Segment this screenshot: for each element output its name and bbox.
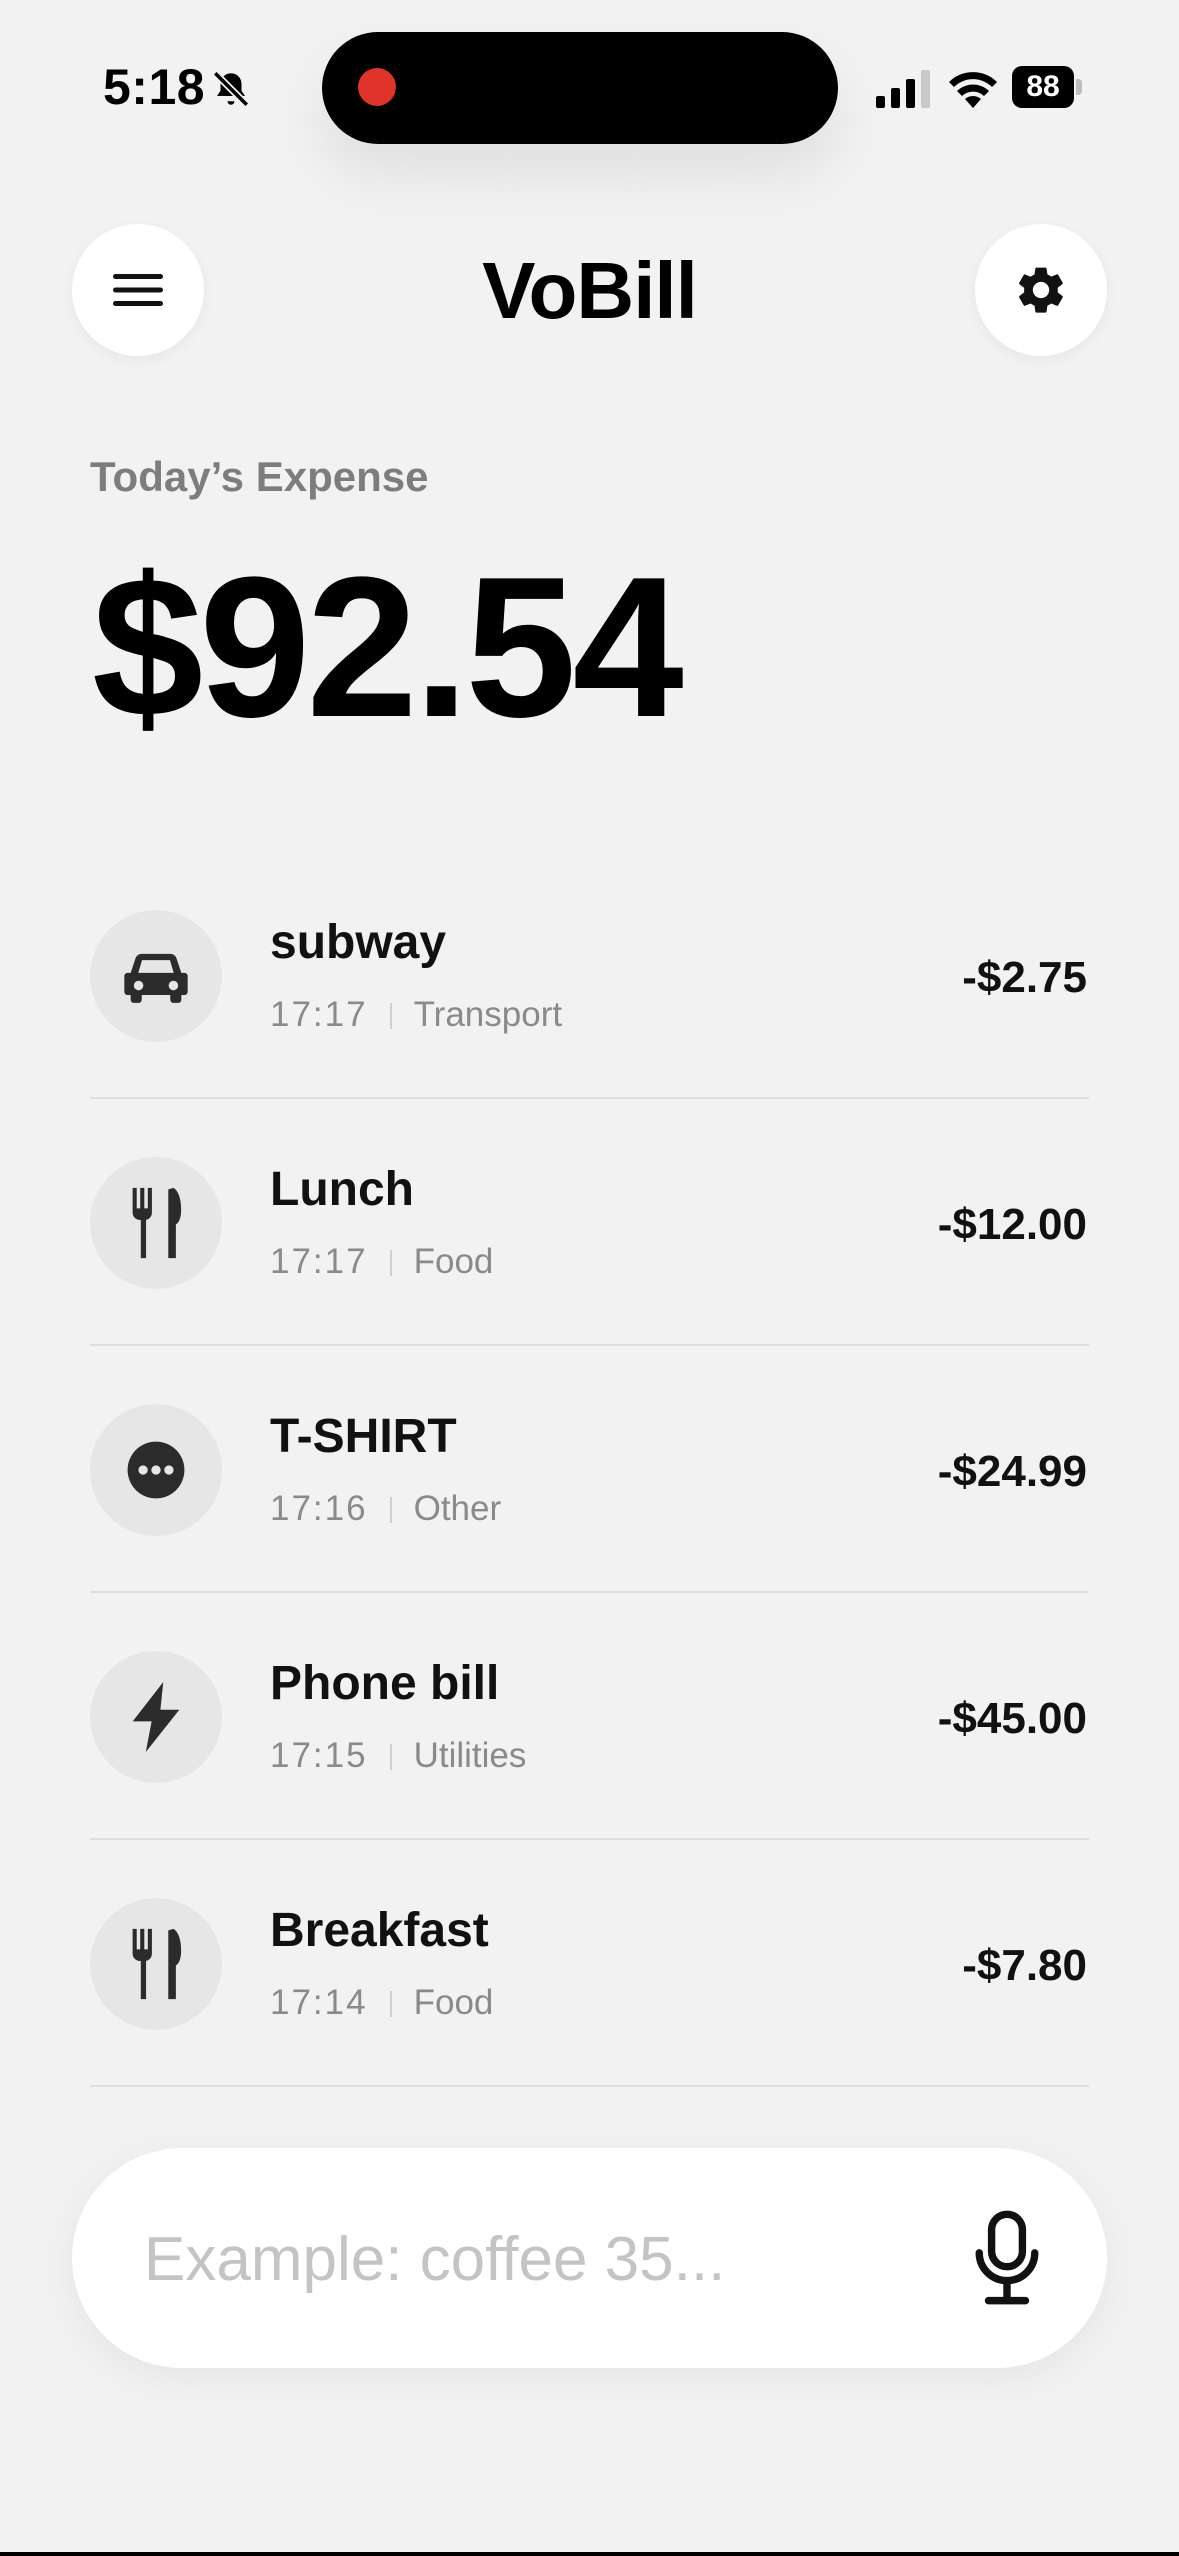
- expense-time: 17:17: [270, 1242, 368, 1281]
- expense-amount: -$2.75: [962, 953, 1087, 1002]
- battery-indicator: 88: [1012, 66, 1082, 108]
- expense-item-lunch[interactable]: Lunch 17:17 Food -$12.00: [90, 1099, 1089, 1346]
- expense-meta: 17:14 Food: [270, 1982, 493, 2024]
- expense-title: Breakfast: [270, 1904, 489, 1957]
- gear-icon: [1019, 267, 1063, 313]
- expense-amount: -$45.00: [937, 1694, 1087, 1743]
- expense-title: subway: [270, 916, 447, 969]
- expense-meta: 17:17 Food: [270, 1241, 493, 1283]
- battery-nub: [1076, 79, 1082, 95]
- expense-item-breakfast[interactable]: Breakfast 17:14 Food -$7.80: [90, 1840, 1089, 2087]
- summary-label: Today’s Expense: [90, 453, 429, 500]
- recording-indicator: [358, 68, 396, 106]
- category-icon-circle: [90, 1404, 222, 1536]
- dynamic-island: [322, 32, 838, 144]
- signal-icon: [876, 70, 930, 108]
- expense-item-t-shirt[interactable]: T-SHIRT 17:16 Other -$24.99: [90, 1346, 1089, 1593]
- expense-time: 17:17: [270, 995, 368, 1034]
- fork-knife-icon: [132, 1928, 182, 2000]
- meta-divider: [389, 1497, 392, 1523]
- meta-divider: [389, 1991, 392, 2017]
- bell-slash-icon: [212, 70, 250, 108]
- expense-meta: 17:16 Other: [270, 1488, 501, 1530]
- expense-category: Food: [413, 1983, 494, 2022]
- bottom-edge: [0, 2552, 1179, 2556]
- total-expense-amount: $92.54: [92, 536, 684, 759]
- expense-amount: -$12.00: [937, 1200, 1087, 1249]
- microphone-icon: [975, 2210, 1039, 2305]
- expense-category: Other: [413, 1489, 502, 1528]
- fork-knife-icon: [132, 1187, 182, 1259]
- category-icon-circle: [90, 910, 222, 1042]
- meta-divider: [389, 1250, 392, 1276]
- settings-button[interactable]: [975, 224, 1107, 356]
- expense-amount: -$24.99: [937, 1447, 1087, 1496]
- expense-time: 17:15: [270, 1736, 368, 1775]
- expense-category: Utilities: [413, 1736, 527, 1775]
- expense-title: Phone bill: [270, 1657, 500, 1710]
- meta-divider: [389, 1744, 392, 1770]
- expense-item-phone-bill[interactable]: Phone bill 17:15 Utilities -$45.00: [90, 1593, 1089, 1840]
- lightning-icon: [132, 1682, 180, 1752]
- expense-title: Lunch: [270, 1163, 414, 1216]
- more-dots-icon: [127, 1441, 185, 1499]
- expense-category: Transport: [413, 995, 563, 1034]
- expense-list: subway 17:17 Transport -$2.75 Lunch 17:17…: [90, 852, 1089, 2087]
- expense-meta: 17:15 Utilities: [270, 1735, 526, 1777]
- expense-time: 17:14: [270, 1983, 368, 2022]
- expense-item-subway[interactable]: subway 17:17 Transport -$2.75: [90, 852, 1089, 1099]
- meta-divider: [389, 1003, 392, 1029]
- category-icon-circle: [90, 1157, 222, 1289]
- expense-input-bar[interactable]: Example: coffee 35...: [72, 2148, 1107, 2368]
- status-time: 5:18: [103, 59, 206, 115]
- expense-title: T-SHIRT: [270, 1410, 457, 1463]
- wifi-icon: [949, 72, 997, 108]
- category-icon-circle: [90, 1651, 222, 1783]
- microphone-button[interactable]: [952, 2204, 1062, 2314]
- expense-time: 17:16: [270, 1489, 368, 1528]
- category-icon-circle: [90, 1898, 222, 2030]
- car-icon: [124, 953, 188, 1003]
- expense-amount: -$7.80: [962, 1941, 1087, 1990]
- battery-level: 88: [1026, 70, 1060, 103]
- expense-input-placeholder[interactable]: Example: coffee 35...: [144, 2228, 725, 2292]
- expense-category: Food: [413, 1242, 494, 1281]
- expense-meta: 17:17 Transport: [270, 994, 562, 1036]
